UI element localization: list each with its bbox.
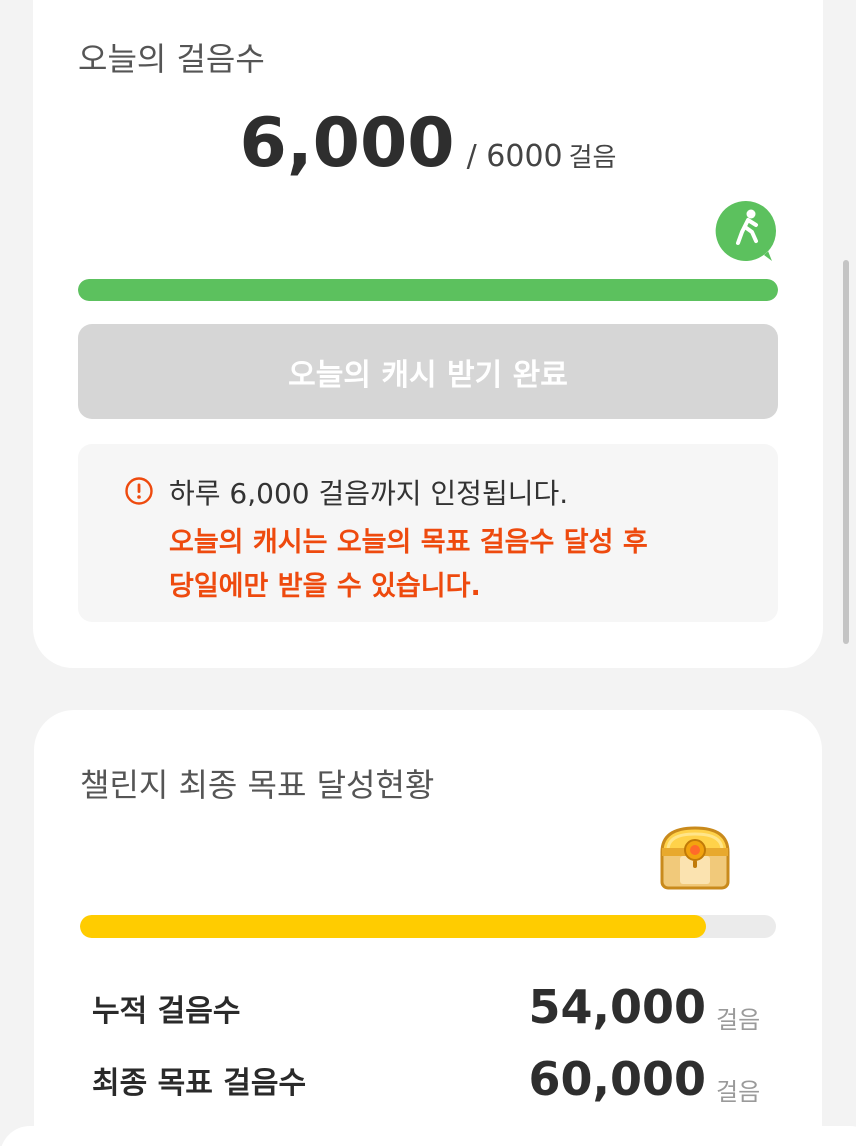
today-progress-bar	[78, 279, 778, 301]
final-goal-label: 최종 목표 걸음수	[92, 1066, 307, 1101]
steps-unit: 걸음	[568, 143, 617, 173]
walking-person-icon	[715, 200, 776, 261]
notice-box: 하루 6,000 걸음까지 인정됩니다. 오늘의 캐시는 오늘의 목표 걸음수 …	[78, 444, 778, 622]
today-progress-fill	[78, 279, 778, 301]
final-goal-unit: 걸음	[716, 1078, 761, 1106]
steps-count: 6,000	[239, 104, 455, 183]
cumulative-steps-unit: 걸음	[716, 1006, 761, 1034]
cumulative-steps-value: 54,000	[528, 980, 706, 1034]
final-goal-value: 60,000	[528, 1052, 706, 1106]
treasure-chest-icon	[660, 826, 730, 890]
exclamation-circle-icon	[125, 477, 153, 505]
notice-warning-line1: 오늘의 캐시는 오늘의 목표 걸음수 달성 후	[169, 527, 648, 558]
screen: 오늘의 걸음수 6,000/ 6000 걸음 오늘의 캐시 받기 완료 하루 6,…	[0, 0, 856, 1146]
steps-count-row: 6,000 / 6000 걸음	[0, 104, 856, 183]
steps-goal: / 6000	[466, 139, 563, 174]
challenge-progress-bar	[80, 915, 776, 938]
notice-warning-line2: 당일에만 받을 수 있습니다.	[169, 571, 481, 602]
challenge-title: 챌린지 최종 목표 달성현황	[80, 766, 435, 804]
cumulative-steps-label: 누적 걸음수	[92, 994, 241, 1029]
scrollbar[interactable]	[843, 260, 849, 644]
claim-cash-button[interactable]: 오늘의 캐시 받기 완료	[78, 324, 778, 419]
notice-daily-limit: 하루 6,000 걸음까지 인정됩니다.	[169, 477, 569, 510]
challenge-progress-fill	[80, 915, 707, 938]
today-steps-title: 오늘의 걸음수	[78, 40, 265, 78]
